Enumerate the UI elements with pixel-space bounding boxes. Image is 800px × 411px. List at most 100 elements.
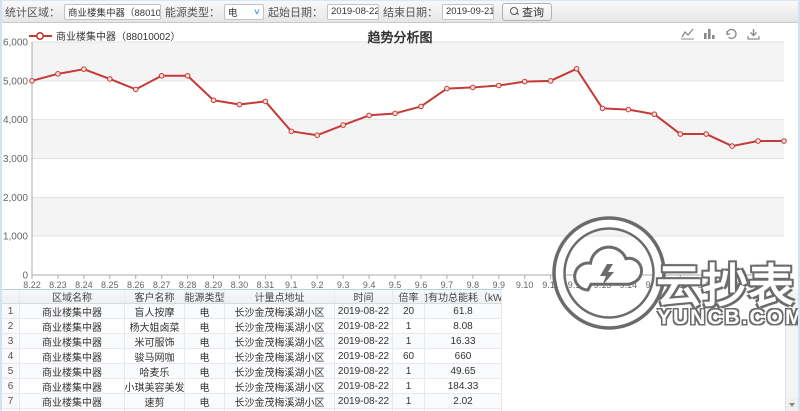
table-row[interactable]: 2商业楼集中器杨大姐卤菜电长沙金茂梅溪湖小区2019-08-2218.08: [2, 319, 502, 334]
table-cell: 20: [393, 304, 425, 318]
x-axis-label: 8.24: [75, 280, 93, 289]
table-cell: 2019-08-22: [335, 379, 393, 393]
table-cell: 小琪美容美发: [125, 379, 185, 393]
table-cell: 商业楼集中器: [20, 364, 125, 378]
table-header-cell: 能源类型: [185, 290, 225, 303]
search-button[interactable]: 查询: [502, 3, 552, 21]
table-cell: 商业楼集中器: [20, 304, 125, 318]
table-cell: 盲人按摩: [125, 304, 185, 318]
table-cell: 60: [393, 349, 425, 363]
data-point: [548, 79, 553, 84]
table-cell: 1: [2, 304, 20, 318]
x-axis-label: 9.14: [620, 280, 638, 289]
table-header-cell: 正向有功总能耗（kWh）: [425, 290, 502, 303]
table-cell: 2.02: [425, 394, 502, 408]
data-point: [82, 67, 87, 72]
x-axis-label: 9.18: [723, 280, 741, 289]
table-cell: 电: [185, 379, 225, 393]
table-cell: 电: [185, 394, 225, 408]
start-date-value: 2019-08-22: [331, 6, 379, 17]
data-point: [678, 132, 683, 137]
table-row[interactable]: 7商业楼集中器速剪电长沙金茂梅溪湖小区2019-08-2212.02: [2, 394, 502, 409]
x-axis-label: 8.30: [231, 280, 249, 289]
table-cell: 2019-08-22: [335, 334, 393, 348]
x-axis-label: 9.13: [594, 280, 612, 289]
table-cell: 2019-08-22: [335, 364, 393, 378]
x-axis-label: 9.17: [697, 280, 715, 289]
x-axis-label: 8.31: [257, 280, 275, 289]
stat-area-label: 统计区域：: [5, 4, 60, 20]
table-cell: 电: [185, 334, 225, 348]
data-point: [704, 132, 709, 137]
x-axis-label: 8.26: [127, 280, 145, 289]
table-header-cell: [2, 290, 20, 303]
x-axis-label: 9.9: [493, 280, 506, 289]
data-point: [107, 77, 112, 82]
table-cell: 商业楼集中器: [20, 394, 125, 408]
table-cell: 660: [425, 349, 502, 363]
table-cell: 2019-08-22: [335, 394, 393, 408]
table-cell: 杨大姐卤菜: [125, 319, 185, 333]
vertical-scrollbar[interactable]: [785, 289, 798, 411]
table-cell: 长沙金茂梅溪湖小区: [225, 334, 335, 348]
data-point: [367, 113, 372, 118]
svg-text:5,000: 5,000: [3, 76, 28, 87]
end-date-input[interactable]: 2019-09-21: [442, 4, 494, 20]
table-cell: 电: [185, 319, 225, 333]
x-axis-label: 9.4: [363, 280, 376, 289]
table-cell: 1: [393, 364, 425, 378]
energy-type-value: 电: [228, 5, 238, 19]
data-point: [211, 98, 216, 103]
end-date-label: 结束日期：: [383, 4, 438, 20]
table-body: 1商业楼集中器盲人按摩电长沙金茂梅溪湖小区2019-08-222061.82商业…: [2, 304, 502, 411]
table-cell: 16.33: [425, 334, 502, 348]
table-cell: 1: [393, 319, 425, 333]
table-cell: 49.65: [425, 364, 502, 378]
stat-area-input[interactable]: 商业楼集中器（88010002）: [64, 4, 161, 20]
start-date-input[interactable]: 2019-08-22: [327, 4, 379, 20]
scroll-down-arrow-icon[interactable]: [786, 398, 798, 411]
table-cell: 6: [2, 379, 20, 393]
data-point: [626, 107, 631, 112]
start-date-label: 起始日期：: [268, 4, 323, 20]
table-cell: 184.33: [425, 379, 502, 393]
table-row[interactable]: 1商业楼集中器盲人按摩电长沙金茂梅溪湖小区2019-08-222061.8: [2, 304, 502, 319]
table-row[interactable]: 6商业楼集中器小琪美容美发电长沙金茂梅溪湖小区2019-08-221184.33: [2, 379, 502, 394]
x-axis-label: 9.5: [389, 280, 402, 289]
table-cell: 3: [2, 334, 20, 348]
data-point: [133, 87, 138, 92]
trend-chart-panel: 01,0002,0003,0004,0005,0006,0008.228.238…: [2, 23, 798, 289]
table-cell: 4: [2, 349, 20, 363]
table-row[interactable]: 5商业楼集中器哈麦乐电长沙金茂梅溪湖小区2019-08-22149.65: [2, 364, 502, 379]
line-chart-icon[interactable]: [681, 28, 694, 40]
table-row[interactable]: 3商业楼集中器米可服饰电长沙金茂梅溪湖小区2019-08-22116.33: [2, 334, 502, 349]
table-cell: 1: [393, 334, 425, 348]
x-axis-label: 8.29: [205, 280, 223, 289]
data-point: [496, 83, 501, 88]
data-point: [315, 133, 320, 138]
energy-type-select[interactable]: 电 ∨: [224, 4, 264, 20]
table-cell: 电: [185, 304, 225, 318]
x-axis-label: 9.16: [672, 280, 690, 289]
save-image-icon[interactable]: [747, 28, 760, 40]
bar-chart-icon[interactable]: [703, 28, 716, 40]
x-axis-label: 9.7: [441, 280, 454, 289]
table-cell: 哈麦乐: [125, 364, 185, 378]
data-point: [756, 139, 761, 144]
data-point: [574, 66, 579, 71]
x-axis-label: 9.8: [467, 280, 480, 289]
data-point: [445, 86, 450, 91]
data-point: [652, 112, 657, 117]
restore-icon[interactable]: [725, 28, 738, 40]
table-row[interactable]: 4商业楼集中器骏马网咖电长沙金茂梅溪湖小区2019-08-2260660: [2, 349, 502, 364]
x-axis-label: 9.12: [568, 280, 586, 289]
table-cell: 长沙金茂梅溪湖小区: [225, 304, 335, 318]
table-cell: 长沙金茂梅溪湖小区: [225, 319, 335, 333]
svg-text:4,000: 4,000: [3, 115, 28, 126]
chart-title: 趋势分析图: [2, 27, 798, 46]
chart-toolbox: [681, 28, 760, 40]
table-cell: 7: [2, 394, 20, 408]
x-axis-label: 9.2: [311, 280, 324, 289]
table-cell: 商业楼集中器: [20, 349, 125, 363]
energy-type-label: 能源类型：: [165, 4, 220, 20]
